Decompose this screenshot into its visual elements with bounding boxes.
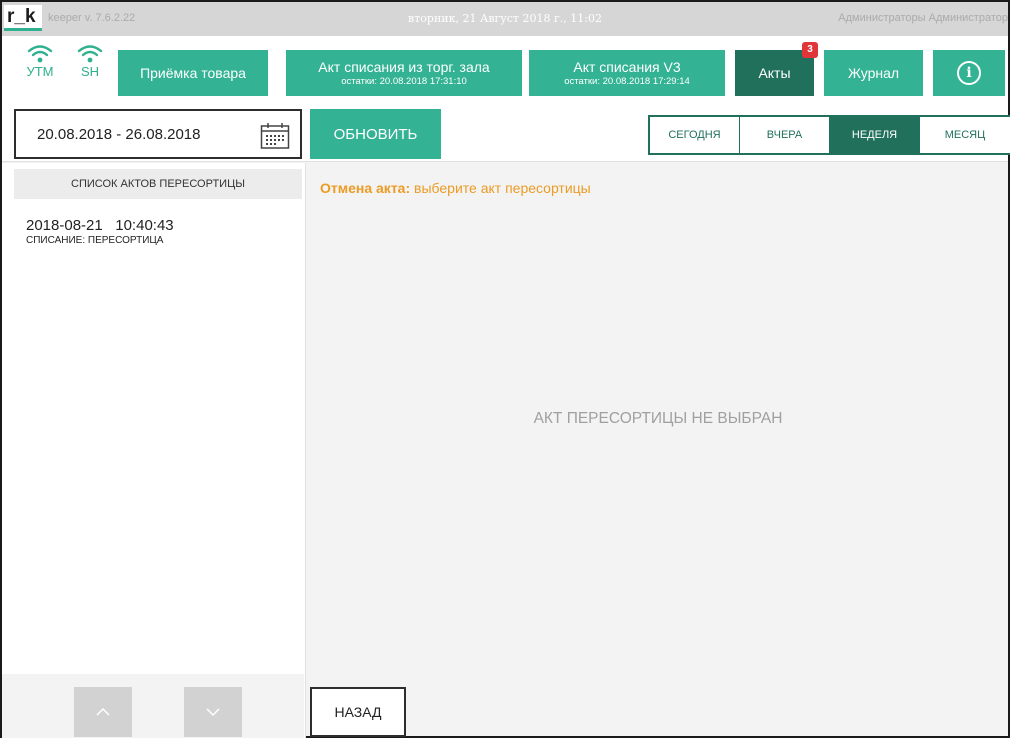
sh-label: SH: [80, 64, 100, 79]
writeoff-v3-remains: остатки: 20.08.2018 17:29:14: [564, 76, 690, 87]
toolbar: УТМ SH Приёмка товара Акт списания из то…: [2, 36, 1008, 106]
acts-button[interactable]: Акты 3: [735, 42, 818, 96]
info-button[interactable]: i: [933, 50, 1005, 96]
acts-count-badge: 3: [802, 42, 818, 58]
writeoff-hall-label: Акт списания из торг. зала: [318, 59, 490, 75]
cancel-act-hint: Отмена акта: выберите акт пересортицы: [320, 180, 591, 196]
acts-list-header: СПИСОК АКТОВ ПЕРЕСОРТИЦЫ: [14, 169, 302, 199]
acts-list-panel: СПИСОК АКТОВ ПЕРЕСОРТИЦЫ 2018-08-21 10:4…: [2, 163, 306, 738]
connection-status: УТМ SH: [20, 44, 110, 79]
empty-state-message: АКТ ПЕРЕСОРТИЦЫ НЕ ВЫБРАН: [533, 410, 783, 427]
list-item[interactable]: 2018-08-21 10:40:43 СПИСАНИЕ: ПЕРЕСОРТИЦ…: [26, 217, 174, 246]
writeoff-hall-button[interactable]: Акт списания из торг. зала остатки: 20.0…: [286, 50, 522, 96]
period-selector: СЕГОДНЯ ВЧЕРА НЕДЕЛЯ МЕСЯЦ: [648, 115, 1010, 155]
period-week-button[interactable]: НЕДЕЛЯ: [830, 117, 920, 153]
utm-status[interactable]: УТМ: [20, 44, 60, 79]
cancel-act-prefix: Отмена акта:: [320, 180, 411, 196]
back-button[interactable]: НАЗАД: [310, 687, 406, 737]
filter-bar: 20.08.2018 - 26.08.2018 ОБНОВИТЬ СЕГОДНЯ…: [2, 106, 1010, 162]
date-range-value: 20.08.2018 - 26.08.2018: [37, 125, 201, 143]
period-today-button[interactable]: СЕГОДНЯ: [650, 117, 740, 153]
list-pager: [2, 674, 304, 738]
writeoff-v3-button[interactable]: Акт списания V3 остатки: 20.08.2018 17:2…: [529, 50, 725, 96]
act-type: СПИСАНИЕ: ПЕРЕСОРТИЦА: [26, 235, 164, 246]
period-month-button[interactable]: МЕСЯЦ: [920, 117, 1010, 153]
receive-goods-button[interactable]: Приёмка товара: [118, 50, 268, 96]
user-label: Администраторы Администратор: [838, 12, 1008, 24]
wifi-icon: [27, 45, 53, 63]
utm-label: УТМ: [26, 64, 54, 79]
period-yesterday-button[interactable]: ВЧЕРА: [740, 117, 830, 153]
journal-label: Журнал: [847, 65, 900, 81]
act-date: 2018-08-21: [26, 217, 103, 234]
scroll-down-button[interactable]: [184, 687, 242, 737]
receive-goods-label: Приёмка товара: [140, 65, 246, 81]
chevron-up-icon: [96, 707, 110, 716]
title-bar: r_k keeper v. 7.6.2.22 вторник, 21 Авгус…: [2, 2, 1008, 36]
info-icon: i: [957, 61, 981, 85]
scroll-up-button[interactable]: [74, 687, 132, 737]
writeoff-hall-remains: остатки: 20.08.2018 17:31:10: [341, 76, 467, 87]
app-window: r_k keeper v. 7.6.2.22 вторник, 21 Авгус…: [0, 0, 1010, 738]
cancel-act-text: выберите акт пересортицы: [414, 180, 591, 196]
date-range-field[interactable]: 20.08.2018 - 26.08.2018: [14, 109, 302, 159]
refresh-button[interactable]: ОБНОВИТЬ: [310, 109, 441, 159]
chevron-down-icon: [206, 708, 220, 717]
writeoff-v3-label: Акт списания V3: [573, 59, 681, 75]
acts-label: Акты: [758, 65, 791, 81]
sh-status[interactable]: SH: [70, 44, 110, 79]
calendar-icon[interactable]: [260, 122, 290, 150]
act-time: 10:40:43: [115, 217, 174, 234]
wifi-icon: [77, 45, 103, 63]
journal-button[interactable]: Журнал: [824, 50, 923, 96]
